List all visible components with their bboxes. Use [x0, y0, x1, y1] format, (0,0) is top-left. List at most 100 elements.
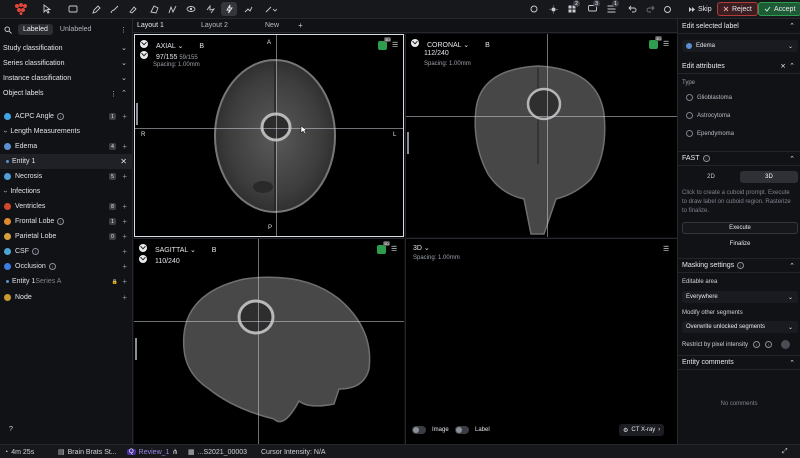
- label-toggle[interactable]: [455, 426, 469, 434]
- add-icon[interactable]: +: [122, 142, 127, 151]
- window-level-icon[interactable]: [64, 2, 82, 16]
- stage-badge[interactable]: Q Review_1: [127, 447, 169, 457]
- add-icon[interactable]: +: [122, 112, 127, 121]
- slice-scrollbar[interactable]: [407, 132, 409, 154]
- fast-mode-2d[interactable]: 2D: [682, 171, 740, 183]
- series-id[interactable]: ▦ ...S2021_00003: [188, 447, 247, 457]
- viewport-coronal[interactable]: CORONAL ⌄ B 112/240 Spacing: 1.00mm 3D ☰: [405, 34, 677, 237]
- skip-button[interactable]: Skip: [683, 2, 717, 16]
- editable-area-select[interactable]: Everywhere ⌄: [682, 291, 798, 303]
- help-icon[interactable]: ?: [9, 426, 13, 433]
- redo-icon[interactable]: [645, 2, 655, 16]
- info-icon[interactable]: i: [57, 218, 65, 225]
- type-option-astrocytoma[interactable]: Astrocytoma: [686, 112, 730, 119]
- add-icon[interactable]: +: [122, 293, 127, 302]
- more-options-icon[interactable]: ⋮: [110, 90, 117, 98]
- slice-toggle-icon[interactable]: [139, 255, 147, 263]
- label-row[interactable]: Node +: [0, 290, 133, 305]
- brightness-icon[interactable]: [548, 2, 558, 16]
- crosshair-vertical[interactable]: [276, 35, 277, 236]
- tab-layout-2[interactable]: Layout 2: [201, 22, 228, 29]
- collapse-toggle-icon[interactable]: [139, 244, 147, 252]
- label-row[interactable]: Parietal Lobe 0 +: [0, 229, 133, 244]
- viewport-menu-icon[interactable]: ☰: [663, 40, 669, 48]
- eraser-tool-icon[interactable]: [126, 2, 138, 16]
- chevron-down-icon[interactable]: ›: [2, 190, 9, 192]
- info-icon[interactable]: i: [56, 113, 64, 120]
- add-icon[interactable]: +: [122, 277, 127, 286]
- slice-toggle-icon[interactable]: [140, 51, 148, 59]
- label-row[interactable]: ACPC Angle i 1 +: [0, 109, 133, 124]
- collapse-toggle-icon[interactable]: [411, 39, 419, 47]
- masking-header[interactable]: Masking settings i ⌃: [678, 258, 800, 273]
- add-icon[interactable]: +: [122, 262, 127, 271]
- tab-layout-1[interactable]: Layout 1: [137, 22, 164, 29]
- label-row[interactable]: Ventricles 8 +: [0, 199, 133, 214]
- visibility-eye-icon[interactable]: [185, 2, 197, 16]
- viewport-sagittal[interactable]: SAGITTAL ⌄ B 110/240 3D ☰: [134, 238, 404, 444]
- 3d-badge-icon[interactable]: 3D: [649, 36, 662, 49]
- render-preset-select[interactable]: ⚙ CT X-ray ›: [619, 424, 665, 436]
- label-group-row[interactable]: › Length Measurements: [0, 124, 133, 139]
- chevron-down-icon[interactable]: ›: [2, 130, 9, 132]
- apps-grid-icon[interactable]: 2: [567, 0, 580, 16]
- viewport-axial[interactable]: AXIAL ⌄ B 97/155 59/155 Spacing: 1.00mm …: [134, 34, 404, 237]
- crosshair-vertical[interactable]: [258, 239, 259, 444]
- slice-scrollbar[interactable]: [136, 103, 138, 125]
- brush-tool-icon[interactable]: [108, 2, 120, 16]
- tab-new[interactable]: New: [265, 22, 279, 29]
- sync-icon[interactable]: [662, 2, 672, 16]
- type-option-ependymoma[interactable]: Ependymoma: [686, 130, 734, 137]
- viewport-menu-icon[interactable]: ☰: [663, 245, 669, 253]
- info-icon[interactable]: i: [702, 155, 710, 162]
- viewport-3d[interactable]: 3D ⌄ Spacing: 1.00mm ☰ Image Label ⚙ CT …: [405, 238, 677, 444]
- settings-adjust-icon[interactable]: [529, 2, 539, 16]
- add-icon[interactable]: +: [122, 247, 127, 256]
- crosshair-horizontal[interactable]: [135, 128, 403, 129]
- cursor-tool-icon[interactable]: [38, 2, 56, 16]
- polygon-tool-icon[interactable]: [148, 2, 160, 16]
- freehand-tool-icon[interactable]: [166, 2, 178, 16]
- type-option-glioblastoma[interactable]: Glioblastoma: [686, 94, 732, 101]
- fullscreen-icon[interactable]: ⤢: [782, 447, 788, 457]
- reject-button[interactable]: Reject: [717, 2, 758, 16]
- 3d-badge-icon[interactable]: 3D: [377, 241, 390, 254]
- label-row[interactable]: Necrosis 5 +: [0, 169, 133, 184]
- viewport-name[interactable]: CORONAL: [427, 42, 461, 49]
- entity-comments-header[interactable]: Entity comments ⌃: [678, 355, 800, 370]
- viewport-name[interactable]: AXIAL: [156, 43, 176, 50]
- image-toggle[interactable]: [412, 426, 426, 434]
- study-classification-section[interactable]: Study classification ⌄: [0, 41, 133, 56]
- edit-label-header[interactable]: Edit selected label ⌃: [678, 19, 800, 34]
- collapse-toggle-icon[interactable]: [140, 40, 148, 48]
- search-icon[interactable]: [4, 25, 12, 34]
- lock-icon[interactable]: 🔒: [112, 279, 118, 285]
- instance-classification-section[interactable]: Instance classification ⌄: [0, 71, 133, 86]
- object-labels-section[interactable]: Object labels ⋮ ⌃: [0, 86, 133, 101]
- info-icon[interactable]: i: [737, 262, 745, 269]
- entity-row[interactable]: Entity 1 Series A 🔒 +: [0, 274, 133, 289]
- modify-segments-select[interactable]: Overwrite unlocked segments ⌄: [682, 321, 798, 333]
- restrict-intensity-toggle[interactable]: [781, 340, 790, 349]
- tab-unlabeled[interactable]: Unlabeled: [55, 24, 97, 35]
- undo-icon[interactable]: [627, 2, 637, 16]
- tab-labeled[interactable]: Labeled: [18, 24, 53, 35]
- label-row[interactable]: Edema 4 +: [0, 139, 133, 154]
- comments-icon[interactable]: 3: [587, 0, 600, 16]
- entity-row[interactable]: Entity 1 ✕: [0, 154, 133, 169]
- crosshair-horizontal[interactable]: [134, 321, 404, 322]
- add-icon[interactable]: +: [122, 202, 127, 211]
- add-icon[interactable]: +: [122, 232, 127, 241]
- app-logo[interactable]: [12, 2, 30, 16]
- add-tab-button[interactable]: +: [298, 21, 303, 30]
- edit-attributes-header[interactable]: Edit attributes ⨯ ⌃: [678, 59, 800, 74]
- label-row[interactable]: Frontal Lobe i 1 +: [0, 214, 133, 229]
- hierarchy-icon[interactable]: ⋔: [172, 447, 178, 457]
- label-row[interactable]: CSF i +: [0, 244, 133, 259]
- fast-header[interactable]: FAST i ⌃: [678, 151, 800, 166]
- slice-scrollbar[interactable]: [135, 338, 137, 360]
- add-icon[interactable]: +: [122, 172, 127, 181]
- add-icon[interactable]: +: [122, 217, 127, 226]
- label-row[interactable]: Occlusion i +: [0, 259, 133, 274]
- selected-label-select[interactable]: Edema ⌄: [682, 40, 798, 52]
